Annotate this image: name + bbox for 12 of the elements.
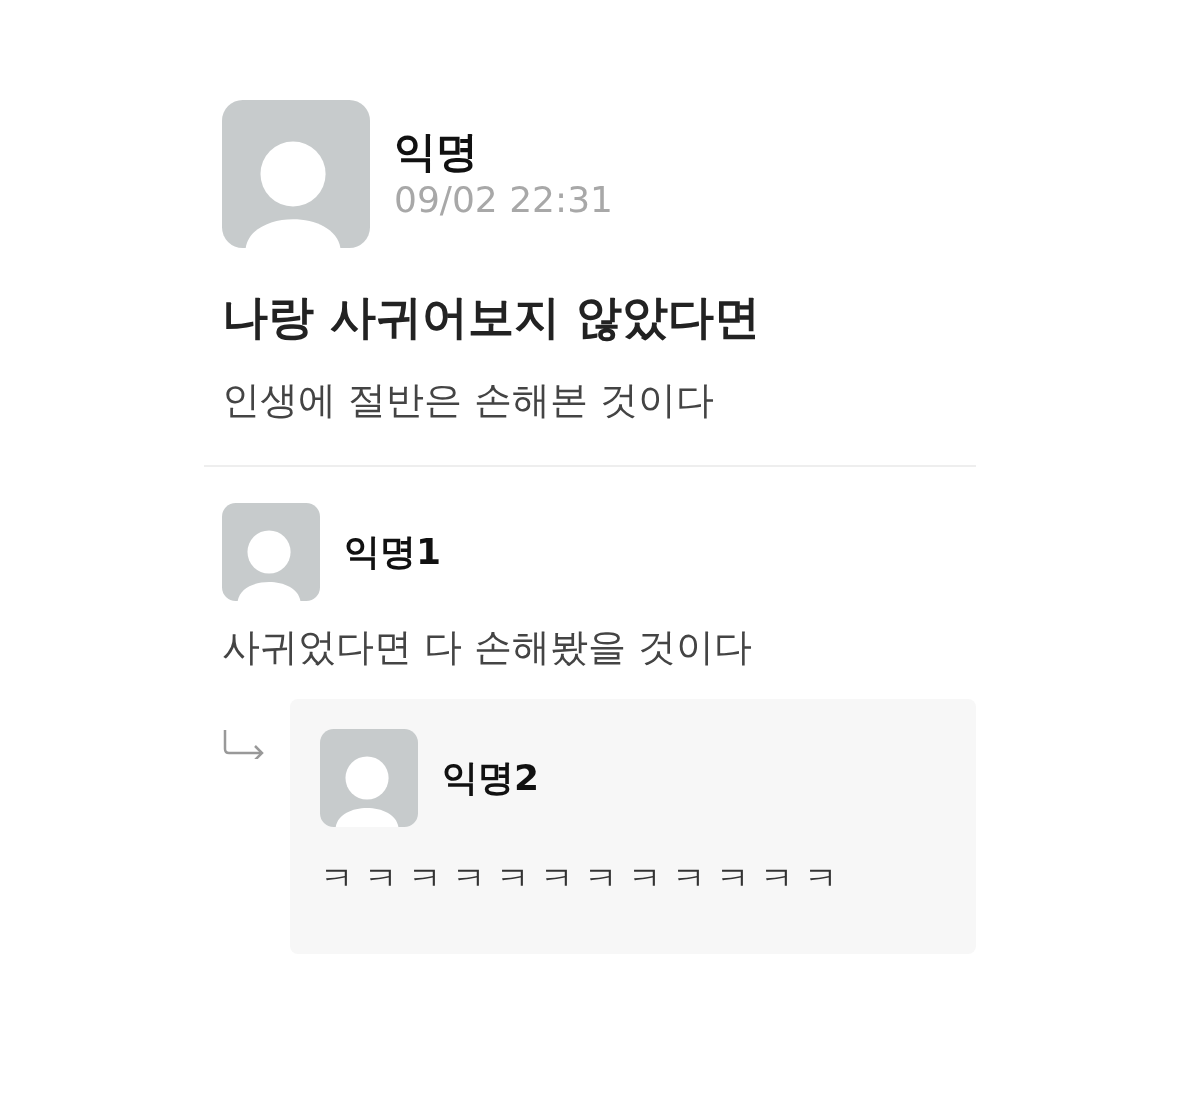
avatar-icon: [222, 100, 370, 248]
comment-author: 익명1: [344, 530, 442, 575]
avatar-icon: [320, 728, 418, 827]
author-name: 익명: [394, 127, 479, 178]
comment-text: 사귀었다면 다 손해봤을 것이다: [222, 624, 754, 672]
post-time: 09/02 22:31: [394, 177, 613, 221]
post-title: 나랑 사귀어보지 않았다면: [222, 289, 762, 346]
avatar-icon: [222, 503, 320, 602]
reply-text: ㅋㅋㅋㅋㅋㅋㅋㅋㅋㅋㅋㅋ: [320, 856, 849, 900]
post-body: 인생에 절반은 손해본 것이다: [222, 376, 716, 424]
reply-arrow-icon: [222, 728, 266, 759]
comment-author: 익명2: [442, 755, 540, 800]
